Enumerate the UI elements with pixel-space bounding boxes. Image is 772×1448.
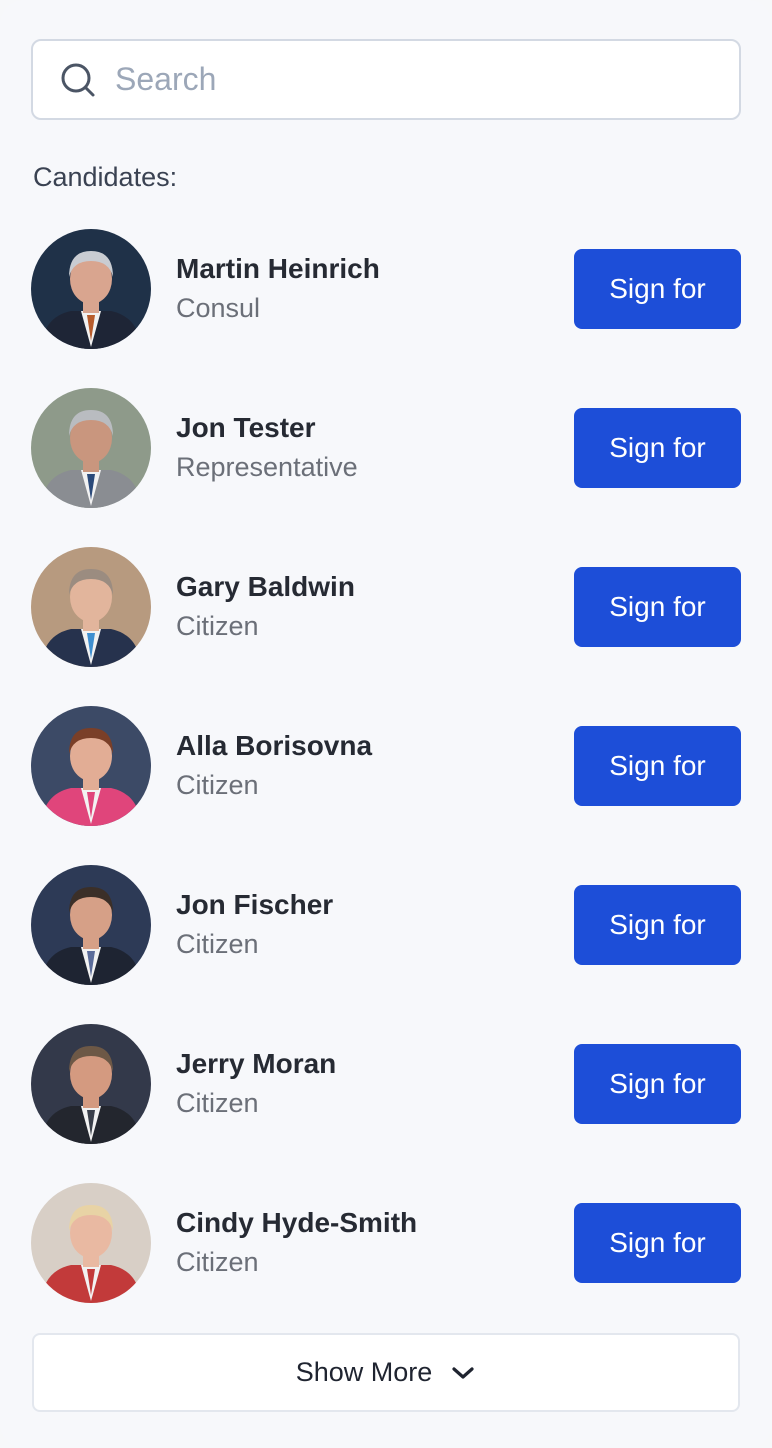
candidate-avatar xyxy=(31,1183,151,1303)
sign-for-button[interactable]: Sign for xyxy=(574,1203,741,1283)
candidate-name: Cindy Hyde-Smith xyxy=(176,1207,418,1238)
candidate-avatar xyxy=(31,1024,151,1144)
sign-for-button[interactable]: Sign for xyxy=(574,567,741,647)
sign-for-button[interactable]: Sign for xyxy=(574,408,741,488)
candidate-avatar xyxy=(31,547,151,667)
candidate-title: Consul xyxy=(176,293,261,323)
candidate-name: Jerry Moran xyxy=(176,1048,337,1079)
candidate-avatar xyxy=(31,229,151,349)
candidate-row: Martin Heinrich Consul Sign for xyxy=(31,229,741,349)
candidate-title: Representative xyxy=(176,452,358,482)
sign-for-button[interactable]: Sign for xyxy=(574,726,741,806)
sign-for-button[interactable]: Sign for xyxy=(574,1044,741,1124)
candidate-title: Citizen xyxy=(176,611,259,641)
candidate-list: Martin Heinrich Consul Sign for Jon Tester R… xyxy=(31,229,741,1303)
candidate-avatar xyxy=(31,388,151,508)
candidate-avatar xyxy=(31,706,151,826)
sign-for-button[interactable]: Sign for xyxy=(574,249,741,329)
candidate-title: Citizen xyxy=(176,929,259,959)
show-more-button[interactable]: Show More xyxy=(32,1333,740,1412)
candidate-row: Cindy Hyde-Smith Citizen Sign for xyxy=(31,1183,741,1303)
chevron-down-icon xyxy=(450,1364,476,1382)
candidate-row: Jerry Moran Citizen Sign for xyxy=(31,1024,741,1144)
candidates-panel: Candidates: Martin Heinrich Consul Sign fo… xyxy=(0,0,772,1448)
candidate-title: Citizen xyxy=(176,1088,259,1118)
candidate-name: Gary Baldwin xyxy=(176,571,355,602)
candidate-title: Citizen xyxy=(176,1247,259,1277)
sign-for-button[interactable]: Sign for xyxy=(574,885,741,965)
candidate-name: Jon Fischer xyxy=(176,889,334,920)
candidate-row: Alla Borisovna Citizen Sign for xyxy=(31,706,741,826)
search-input[interactable] xyxy=(113,60,677,99)
candidate-name: Jon Tester xyxy=(176,412,316,443)
candidate-row: Gary Baldwin Citizen Sign for xyxy=(31,547,741,667)
show-more-label: Show More xyxy=(295,1357,433,1387)
candidate-name: Alla Borisovna xyxy=(176,730,373,761)
candidate-title: Citizen xyxy=(176,770,259,800)
search-box[interactable] xyxy=(31,39,741,120)
search-icon xyxy=(59,61,97,99)
candidates-heading: Candidates: xyxy=(33,162,178,192)
candidate-row: Jon Fischer Citizen Sign for xyxy=(31,865,741,985)
candidate-avatar xyxy=(31,865,151,985)
candidate-name: Martin Heinrich xyxy=(176,253,380,284)
candidate-row: Jon Tester Representative Sign for xyxy=(31,388,741,508)
